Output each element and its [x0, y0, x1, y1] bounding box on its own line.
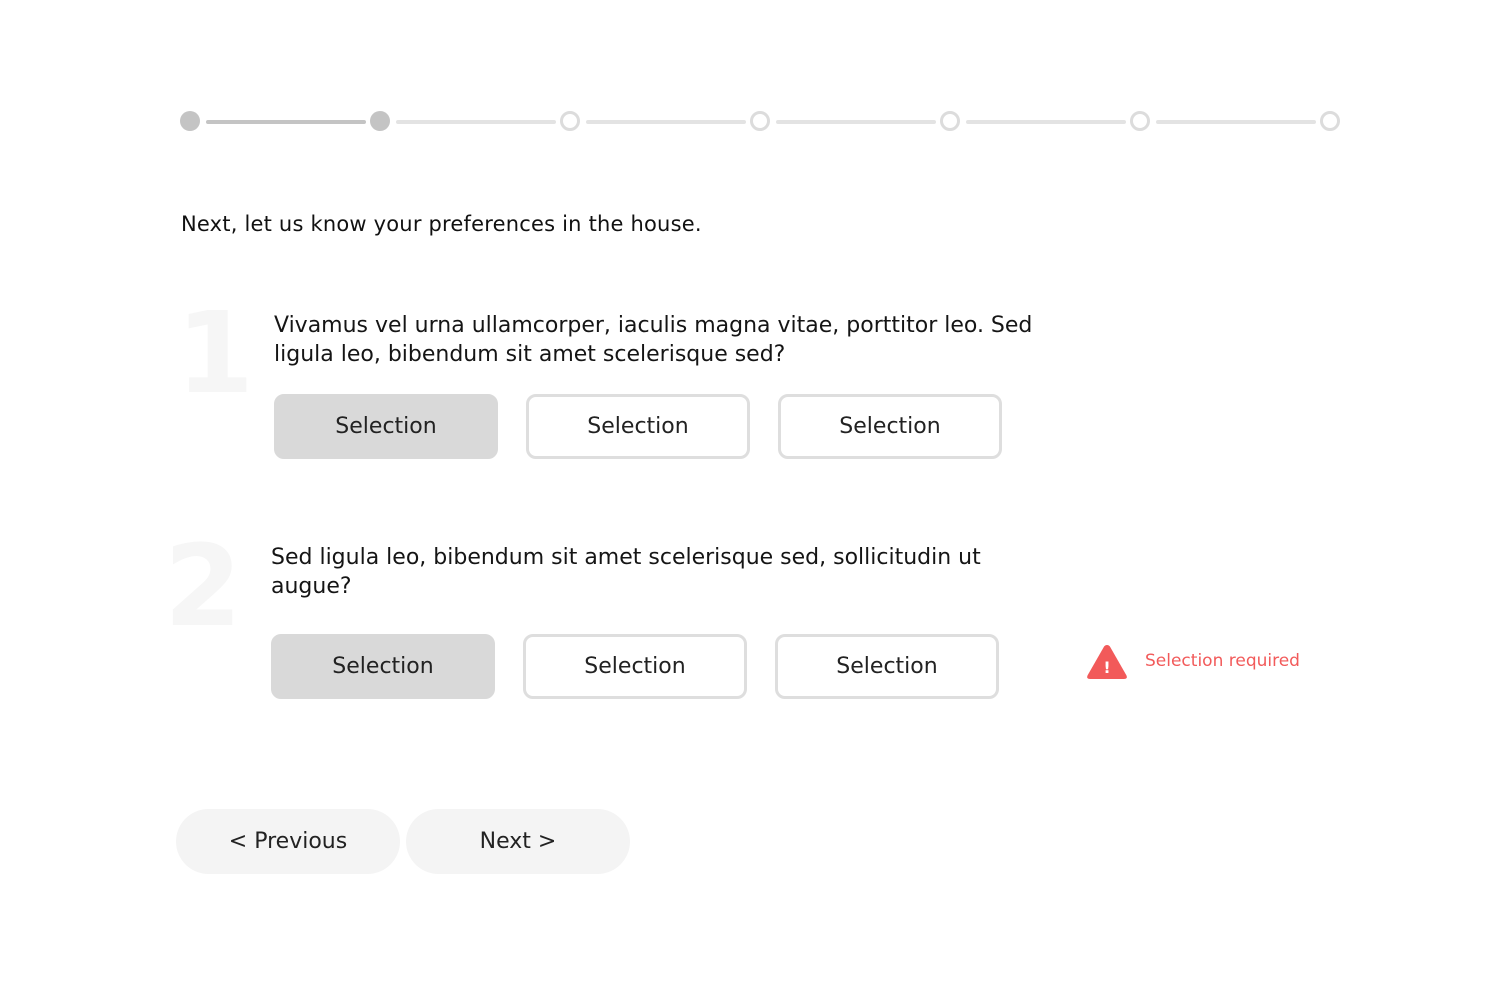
previous-button[interactable]: < Previous [176, 809, 400, 874]
step-dot-4 [750, 111, 770, 131]
form-navigation: < Previous Next > [176, 809, 630, 874]
step-dot-1 [180, 111, 200, 131]
step-dot-2 [370, 111, 390, 131]
step-dot-7 [1320, 111, 1340, 131]
page-intro: Next, let us know your preferences in th… [181, 212, 702, 236]
next-button[interactable]: Next > [406, 809, 630, 874]
step-connector-1 [206, 120, 366, 124]
question-number-2: 2 [164, 522, 242, 652]
question-1-option-3[interactable]: Selection [778, 394, 1002, 459]
question-text-1: Vivamus vel urna ullamcorper, iaculis ma… [274, 313, 1033, 367]
question-2-option-2[interactable]: Selection [523, 634, 747, 699]
step-connector-5 [966, 120, 1126, 124]
question-1-options: Selection Selection Selection [274, 394, 1002, 459]
validation-error: ! Selection required [1085, 642, 1300, 682]
progress-stepper [180, 111, 1342, 133]
step-dot-6 [1130, 111, 1150, 131]
step-connector-2 [396, 120, 556, 124]
question-1-option-1[interactable]: Selection [274, 394, 498, 459]
question-2-option-3[interactable]: Selection [775, 634, 999, 699]
question-1-option-2[interactable]: Selection [526, 394, 750, 459]
error-message: Selection required [1145, 651, 1300, 671]
warning-glyph: ! [1103, 658, 1110, 677]
form-page: Next, let us know your preferences in th… [0, 0, 1512, 982]
warning-triangle-icon: ! [1087, 645, 1127, 679]
step-connector-3 [586, 120, 746, 124]
question-2-options: Selection Selection Selection [271, 634, 999, 699]
step-dot-5 [940, 111, 960, 131]
question-text-2: Sed ligula leo, bibendum sit amet sceler… [271, 545, 981, 599]
question-number-1: 1 [176, 289, 254, 419]
step-dot-3 [560, 111, 580, 131]
step-connector-6 [1156, 120, 1316, 124]
question-2-option-1[interactable]: Selection [271, 634, 495, 699]
step-connector-4 [776, 120, 936, 124]
